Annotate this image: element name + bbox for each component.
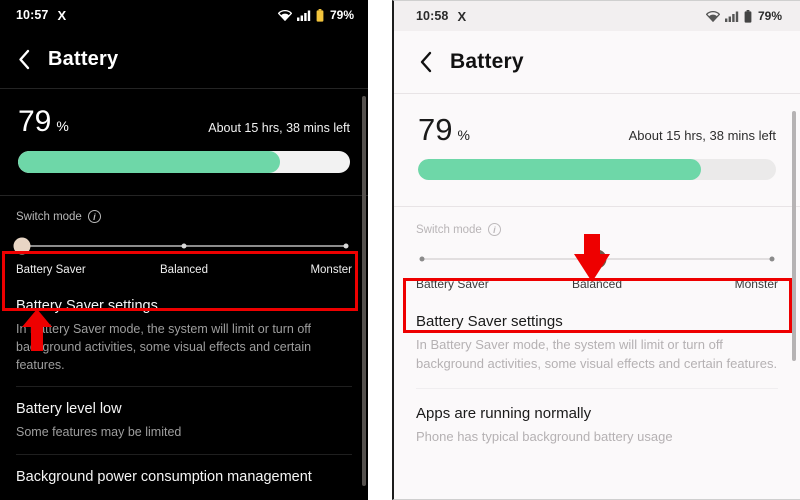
battery-level-fill xyxy=(18,151,281,173)
list-item[interactable]: Background power consumption management xyxy=(16,455,352,500)
status-bar-left: 10:57 X xyxy=(16,8,66,22)
battery-time-remaining: About 15 hrs, 38 mins left xyxy=(208,121,350,135)
list-item-title: Apps are running normally xyxy=(416,404,592,422)
info-icon[interactable]: i xyxy=(87,210,101,223)
status-clock: 10:57 xyxy=(16,8,49,22)
dark-theme-battery-screen: 10:57 X 79% Battery 79 % About 15 hrs, 3… xyxy=(0,0,368,500)
wifi-icon xyxy=(277,9,292,21)
switch-mode-label-row: Switch mode i xyxy=(16,210,352,223)
cellular-signal-icon xyxy=(724,11,739,22)
list-item-title: Battery Saver settings xyxy=(16,298,158,314)
battery-level-bar xyxy=(418,159,776,180)
list-item[interactable]: Apps are running normally Phone has typi… xyxy=(416,389,778,461)
status-clock: 10:58 xyxy=(416,9,449,23)
switch-mode-label: Switch mode xyxy=(416,223,482,236)
wifi-icon xyxy=(705,10,720,22)
slider-label-battery-saver[interactable]: Battery Saver xyxy=(16,264,86,276)
list-item[interactable]: Battery Saver settings In Battery Saver … xyxy=(416,297,778,388)
list-item-description: Some features may be limited xyxy=(16,425,182,440)
slider-thumb[interactable] xyxy=(13,237,31,255)
status-battery-percent: 79% xyxy=(757,9,782,23)
light-theme-battery-screen: 10:58 X 79% Battery 79 % About 15 hrs, 3… xyxy=(392,0,800,500)
list-item-description: Phone has typical background battery usa… xyxy=(416,428,673,444)
slider-tick-monster[interactable] xyxy=(769,256,775,262)
battery-time-remaining: About 15 hrs, 38 mins left xyxy=(628,128,776,143)
page-title: Battery xyxy=(450,50,524,73)
slider-label-balanced[interactable]: Balanced xyxy=(160,264,208,276)
status-battery-percent: 79% xyxy=(329,8,354,22)
switch-mode-slider[interactable]: Battery Saver Balanced Monster xyxy=(416,248,778,297)
list-item-title: Battery level low xyxy=(16,401,122,418)
battery-summary-card: 79 % About 15 hrs, 38 mins left xyxy=(0,88,368,195)
back-chevron-icon[interactable] xyxy=(416,51,436,73)
battery-icon xyxy=(316,8,324,22)
app-bar: Battery xyxy=(0,30,368,88)
slider-track[interactable] xyxy=(416,248,778,270)
status-bar: 10:58 X 79% xyxy=(394,1,800,31)
battery-percent-number: 79 xyxy=(18,105,52,138)
slider-thumb[interactable] xyxy=(587,249,607,269)
battery-level-bar xyxy=(18,151,350,173)
list-item[interactable]: Battery level low Some features may be l… xyxy=(16,387,352,453)
slider-track[interactable] xyxy=(13,235,352,257)
status-bar-left: 10:58 X xyxy=(416,9,466,23)
switch-mode-section: Switch mode i Battery Saver Balanced Mon… xyxy=(0,195,368,284)
page-title: Battery xyxy=(48,47,119,70)
battery-summary-row: 79 % About 15 hrs, 38 mins left xyxy=(18,107,350,137)
status-bar-right: 79% xyxy=(705,9,782,23)
battery-percent-sign: % xyxy=(56,118,69,134)
vertical-scrollbar[interactable] xyxy=(792,111,796,361)
battery-summary-row: 79 % About 15 hrs, 38 mins left xyxy=(418,114,776,145)
slider-labels: Battery Saver Balanced Monster xyxy=(16,264,352,284)
battery-percent-display: 79 % xyxy=(18,107,69,137)
vertical-scrollbar[interactable] xyxy=(362,96,366,486)
slider-label-monster[interactable]: Monster xyxy=(310,264,352,276)
list-item-title: Battery Saver settings xyxy=(416,313,563,330)
status-bar: 10:57 X 79% xyxy=(0,0,368,30)
list-item[interactable]: Battery Saver settings In Battery Saver … xyxy=(16,284,352,386)
list-item-description: In Battery Saver mode, the system will l… xyxy=(416,337,778,371)
battery-percent-display: 79 % xyxy=(418,114,470,145)
slider-label-balanced[interactable]: Balanced xyxy=(572,277,622,291)
battery-percent-number: 79 xyxy=(418,112,453,147)
list-item-title: Background power consumption management xyxy=(16,468,312,485)
info-icon[interactable]: i xyxy=(487,223,501,236)
app-bar: Battery xyxy=(394,31,800,93)
list-item-description: In Battery Saver mode, the system will l… xyxy=(16,322,312,373)
battery-summary-card: 79 % About 15 hrs, 38 mins left xyxy=(394,93,800,206)
x-app-icon: X xyxy=(57,7,67,23)
slider-tick-battery-saver[interactable] xyxy=(419,256,425,262)
slider-label-battery-saver[interactable]: Battery Saver xyxy=(416,277,489,291)
settings-list: Battery Saver settings In Battery Saver … xyxy=(394,297,800,461)
battery-icon xyxy=(744,9,752,23)
panel-gap xyxy=(368,0,392,500)
switch-mode-slider[interactable]: Battery Saver Balanced Monster xyxy=(13,235,352,284)
slider-label-monster[interactable]: Monster xyxy=(735,277,778,291)
settings-list: Battery Saver settings In Battery Saver … xyxy=(0,284,368,500)
switch-mode-label-row: Switch mode i xyxy=(416,223,778,236)
slider-labels: Battery Saver Balanced Monster xyxy=(416,277,778,297)
status-bar-right: 79% xyxy=(277,8,354,22)
x-app-icon: X xyxy=(457,8,467,24)
battery-percent-sign: % xyxy=(457,127,470,143)
slider-tick-balanced[interactable] xyxy=(181,243,187,249)
switch-mode-section: Switch mode i Battery Saver Balanced Mon… xyxy=(394,206,800,297)
back-chevron-icon[interactable] xyxy=(14,48,34,70)
switch-mode-label: Switch mode xyxy=(16,210,82,223)
slider-tick-monster[interactable] xyxy=(343,243,349,249)
cellular-signal-icon xyxy=(296,10,311,21)
battery-level-fill xyxy=(418,159,701,180)
